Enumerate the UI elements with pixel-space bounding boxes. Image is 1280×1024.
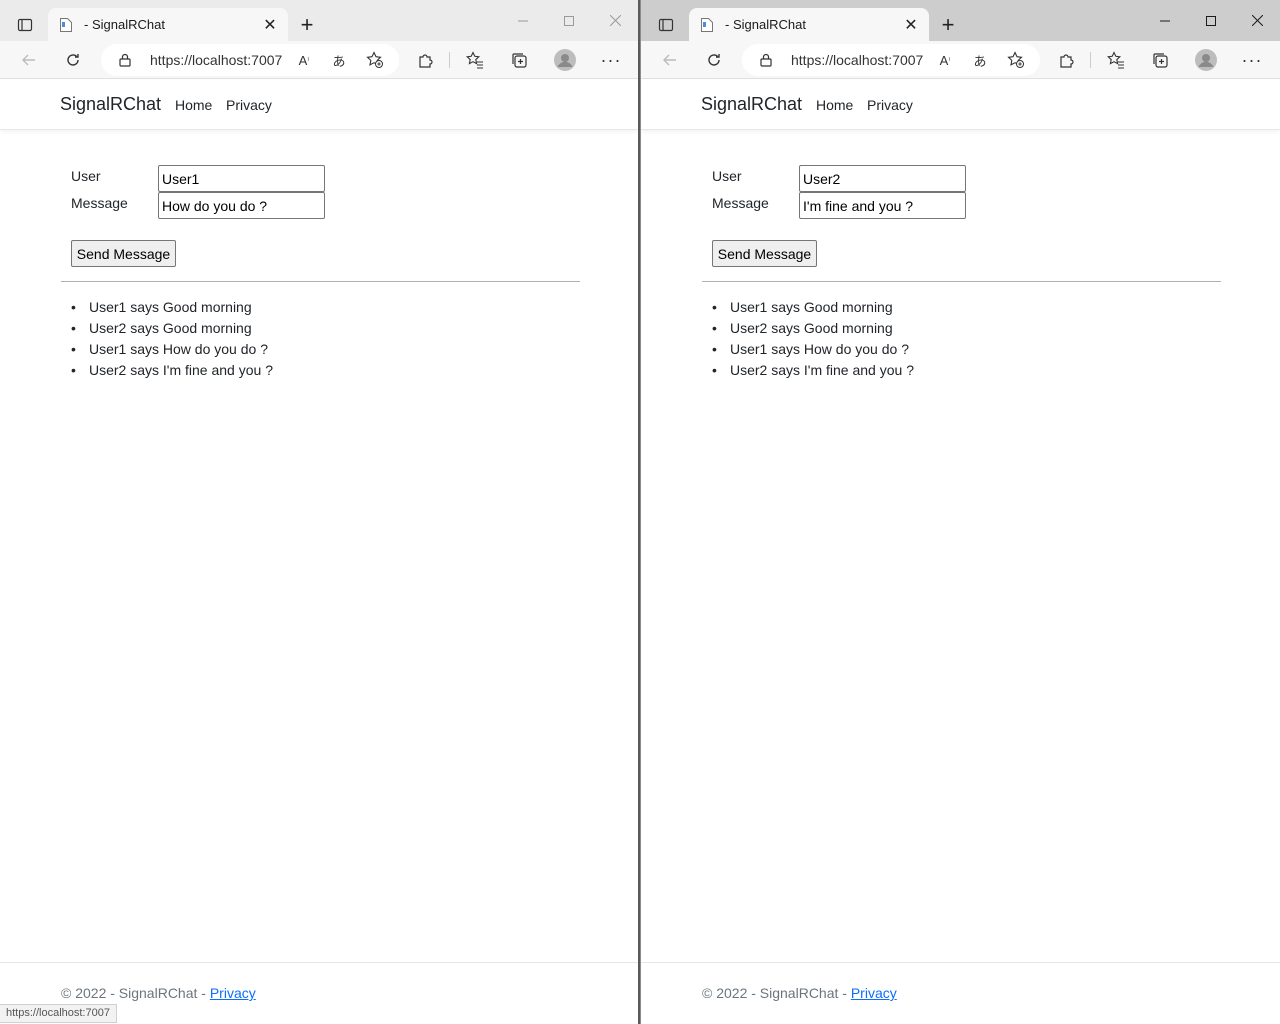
- browser-window-right: - SignalRChat ✕ + https://localhost:7007…: [640, 0, 1280, 1024]
- favorites-icon[interactable]: [1101, 45, 1131, 75]
- tab-strip: - SignalRChat ✕ +: [641, 0, 1280, 41]
- avatar-icon[interactable]: [550, 45, 580, 75]
- nav-privacy[interactable]: Privacy: [226, 97, 272, 113]
- site-navbar: SignalRChat Home Privacy: [641, 80, 1280, 130]
- send-message-button[interactable]: Send Message: [71, 240, 176, 267]
- refresh-icon[interactable]: [699, 45, 729, 75]
- page-content: SignalRChat Home Privacy User Message Se…: [641, 80, 1280, 1024]
- message-item: User1 says Good morning: [71, 298, 273, 319]
- tab-strip: - SignalRChat ✕ +: [0, 0, 638, 41]
- lock-icon[interactable]: [760, 53, 772, 72]
- back-arrow-icon[interactable]: [14, 45, 44, 75]
- divider: [61, 281, 580, 282]
- maximize-icon[interactable]: [546, 0, 592, 41]
- page-icon: [699, 17, 715, 33]
- tab-title: - SignalRChat: [84, 17, 165, 32]
- browser-toolbar: https://localhost:7007 A ⁾ あ ···: [0, 41, 638, 79]
- address-url: https://localhost:7007: [791, 52, 924, 68]
- browser-tab[interactable]: - SignalRChat ✕: [48, 8, 288, 41]
- browser-toolbar: https://localhost:7007 A ⁾ あ ···: [641, 41, 1280, 79]
- tab-title: - SignalRChat: [725, 17, 806, 32]
- site-footer: © 2022 - SignalRChat - Privacy: [641, 962, 1280, 1024]
- toolbar-divider: [449, 52, 450, 68]
- message-label: Message: [71, 195, 128, 211]
- brand-link[interactable]: SignalRChat: [60, 94, 161, 115]
- browser-tab[interactable]: - SignalRChat ✕: [689, 8, 929, 41]
- footer-copyright: © 2022 - SignalRChat -: [61, 985, 210, 1001]
- message-item: User2 says I'm fine and you ?: [71, 361, 273, 382]
- plus-icon[interactable]: +: [935, 12, 961, 38]
- translate-icon[interactable]: あ: [969, 50, 991, 70]
- message-label: Message: [712, 195, 769, 211]
- minimize-icon[interactable]: [500, 0, 546, 41]
- tab-actions-icon[interactable]: [8, 8, 42, 42]
- message-item: User1 says How do you do ?: [71, 340, 273, 361]
- back-arrow-icon[interactable]: [655, 45, 685, 75]
- message-input[interactable]: [799, 192, 966, 219]
- message-item: User1 says How do you do ?: [712, 340, 914, 361]
- footer-privacy-link[interactable]: Privacy: [210, 985, 256, 1001]
- puzzle-icon[interactable]: [411, 45, 441, 75]
- status-bar: https://localhost:7007: [0, 1004, 117, 1023]
- more-icon[interactable]: ···: [1237, 45, 1267, 75]
- brand-link[interactable]: SignalRChat: [701, 94, 802, 115]
- window-controls: [500, 0, 638, 41]
- add-favorite-icon[interactable]: [1005, 50, 1027, 70]
- read-aloud-icon[interactable]: A ⁾: [934, 50, 956, 70]
- message-item: User1 says Good morning: [712, 298, 914, 319]
- messages-list: User1 says Good morning User2 says Good …: [71, 298, 273, 382]
- minimize-icon[interactable]: [1142, 0, 1188, 41]
- page-icon: [58, 17, 74, 33]
- close-window-icon[interactable]: [1234, 0, 1280, 41]
- translate-icon[interactable]: あ: [328, 50, 350, 70]
- message-item: User2 says I'm fine and you ?: [712, 361, 914, 382]
- lock-icon[interactable]: [119, 53, 131, 72]
- more-icon[interactable]: ···: [596, 45, 626, 75]
- user-input[interactable]: [799, 165, 966, 192]
- message-item: User2 says Good morning: [71, 319, 273, 340]
- send-message-button[interactable]: Send Message: [712, 240, 817, 267]
- maximize-icon[interactable]: [1188, 0, 1234, 41]
- message-input[interactable]: [158, 192, 325, 219]
- tab-actions-icon[interactable]: [649, 8, 683, 42]
- footer-copyright: © 2022 - SignalRChat -: [702, 985, 851, 1001]
- footer-text: © 2022 - SignalRChat - Privacy: [61, 985, 256, 1001]
- close-window-icon[interactable]: [592, 0, 638, 41]
- toolbar-divider: [1090, 52, 1091, 68]
- refresh-icon[interactable]: [58, 45, 88, 75]
- window-controls: [1142, 0, 1280, 41]
- footer-text: © 2022 - SignalRChat - Privacy: [702, 985, 897, 1001]
- messages-list: User1 says Good morning User2 says Good …: [712, 298, 914, 382]
- user-input[interactable]: [158, 165, 325, 192]
- address-bar[interactable]: https://localhost:7007 A ⁾ あ: [742, 44, 1040, 76]
- page-content: SignalRChat Home Privacy User Message Se…: [0, 80, 638, 1024]
- nav-privacy[interactable]: Privacy: [867, 97, 913, 113]
- close-icon[interactable]: ✕: [258, 13, 282, 37]
- nav-home[interactable]: Home: [175, 97, 212, 113]
- collections-icon[interactable]: [504, 45, 534, 75]
- address-bar[interactable]: https://localhost:7007 A ⁾ あ: [101, 44, 399, 76]
- browser-window-left: - SignalRChat ✕ + https://localhost:7007…: [0, 0, 640, 1024]
- divider: [702, 281, 1221, 282]
- read-aloud-icon[interactable]: A ⁾: [293, 50, 315, 70]
- site-navbar: SignalRChat Home Privacy: [0, 80, 638, 130]
- puzzle-icon[interactable]: [1052, 45, 1082, 75]
- add-favorite-icon[interactable]: [364, 50, 386, 70]
- user-label: User: [71, 168, 101, 184]
- address-url: https://localhost:7007: [150, 52, 283, 68]
- user-label: User: [712, 168, 742, 184]
- favorites-icon[interactable]: [460, 45, 490, 75]
- message-item: User2 says Good morning: [712, 319, 914, 340]
- footer-privacy-link[interactable]: Privacy: [851, 985, 897, 1001]
- plus-icon[interactable]: +: [294, 12, 320, 38]
- collections-icon[interactable]: [1145, 45, 1175, 75]
- close-icon[interactable]: ✕: [899, 13, 923, 37]
- nav-home[interactable]: Home: [816, 97, 853, 113]
- avatar-icon[interactable]: [1191, 45, 1221, 75]
